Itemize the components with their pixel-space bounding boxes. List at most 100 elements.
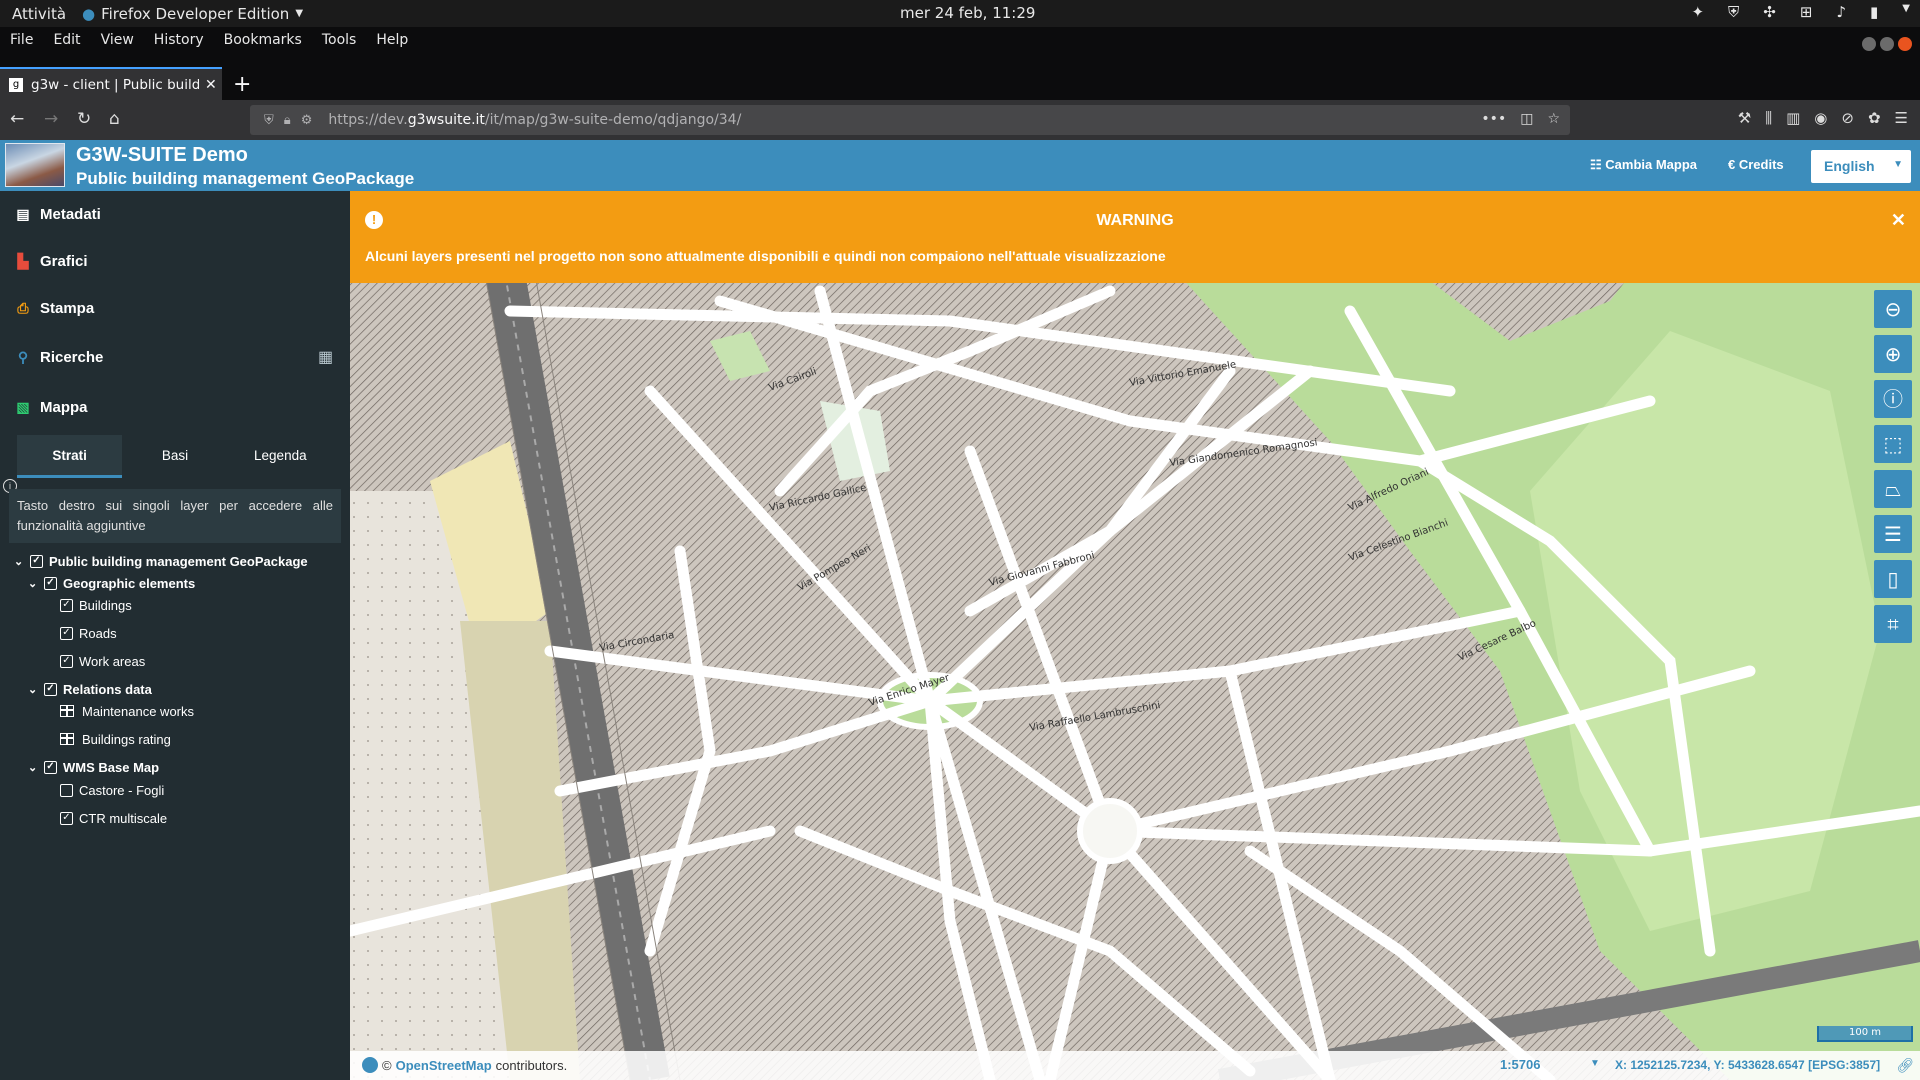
tree-root[interactable]: ⌄ ✓ Public building management GeoPackag…: [14, 551, 308, 571]
checkbox-icon[interactable]: ✓: [44, 576, 57, 590]
pocket-icon[interactable]: ◫: [1520, 111, 1533, 127]
new-tab-button[interactable]: +: [233, 72, 251, 97]
query-info-icon[interactable]: ⓘ: [1874, 380, 1912, 418]
tree-table-maintenance[interactable]: Maintenance works: [60, 701, 194, 721]
share-link-icon[interactable]: 🔗︎: [1896, 1057, 1914, 1074]
close-window-button[interactable]: [1898, 37, 1912, 51]
screenshot-camera-icon[interactable]: ⌗: [1874, 605, 1912, 643]
library-icon[interactable]: ⫼: [1765, 109, 1772, 127]
tracking-shield-icon[interactable]: ⛨: [264, 113, 274, 128]
close-tab-icon[interactable]: ✕: [205, 77, 217, 93]
menu-bookmarks[interactable]: Bookmarks: [224, 32, 302, 48]
checkbox-icon[interactable]: ✓: [44, 760, 57, 774]
back-icon[interactable]: ←: [10, 109, 24, 129]
chevron-down-icon[interactable]: ⌄: [28, 683, 40, 696]
chevron-down-icon[interactable]: ▼: [1902, 3, 1910, 21]
lock-icon[interactable]: 🔒︎: [284, 113, 291, 128]
minimize-button[interactable]: [1862, 37, 1876, 51]
map-image[interactable]: Via Cairoli Via Vittorio Emanuele Via Gi…: [350, 191, 1920, 1080]
menu-view[interactable]: View: [101, 32, 134, 48]
sidebar-item-ricerche[interactable]: ⚲ Ricerche: [16, 349, 104, 366]
change-map-button[interactable]: ☷ Cambia Mappa: [1590, 157, 1697, 173]
battery-icon[interactable]: ▮: [1870, 3, 1878, 21]
color-picker-icon[interactable]: ✿: [1868, 109, 1881, 127]
shield-icon[interactable]: ⛨: [1728, 3, 1739, 21]
menu-edit[interactable]: Edit: [53, 32, 80, 48]
network-icon[interactable]: ⊞: [1800, 3, 1813, 21]
tree-group-geographic[interactable]: ⌄ ✓ Geographic elements: [28, 573, 195, 593]
credits-button[interactable]: € Credits: [1728, 157, 1784, 172]
checkbox-icon[interactable]: ✓: [60, 598, 73, 612]
menu-help[interactable]: Help: [376, 32, 408, 48]
tree-layer-castore[interactable]: Castore - Fogli: [60, 780, 164, 800]
volume-icon[interactable]: ♪: [1836, 3, 1846, 21]
hamburger-menu-icon[interactable]: ☰: [1895, 109, 1908, 127]
checkbox-icon[interactable]: ✓: [60, 654, 73, 668]
permissions-icon[interactable]: ⚙: [301, 113, 313, 128]
calculator-icon[interactable]: ▦: [318, 347, 333, 367]
menu-file[interactable]: File: [10, 32, 33, 48]
app-menu[interactable]: ● Firefox Developer Edition ▼: [82, 5, 303, 23]
osm-link[interactable]: OpenStreetMap: [396, 1058, 492, 1073]
app-name: Firefox Developer Edition: [101, 4, 290, 23]
menu-history[interactable]: History: [154, 32, 204, 48]
query-bbox-icon[interactable]: ⬚: [1874, 425, 1912, 463]
sidebar-item-mappa[interactable]: ▧ Mappa: [16, 399, 87, 416]
tree-table-rating[interactable]: Buildings rating: [60, 729, 171, 749]
page-actions-icon[interactable]: •••: [1481, 111, 1506, 127]
zoom-to-box-icon[interactable]: ⊕: [1874, 335, 1912, 373]
chevron-down-icon[interactable]: ▼: [1590, 1058, 1600, 1069]
bookmark-star-icon[interactable]: ☆: [1547, 111, 1560, 127]
account-icon[interactable]: ◉: [1814, 109, 1827, 127]
map-footer: © OpenStreetMap contributors. 1:5706 ▼ X…: [350, 1051, 1920, 1080]
activities-button[interactable]: Attività: [0, 5, 82, 23]
tab-basi[interactable]: Basi: [122, 435, 227, 478]
legend-panel-icon[interactable]: ▯: [1874, 560, 1912, 598]
tab-legenda[interactable]: Legenda: [228, 435, 333, 478]
system-tray[interactable]: ✦ ⛨ ✣ ⊞ ♪ ▮ ▼: [1691, 3, 1910, 21]
devtools-icon[interactable]: ⚒: [1738, 109, 1751, 127]
forward-icon[interactable]: →: [44, 109, 58, 129]
checkbox-icon[interactable]: ✓: [60, 626, 73, 640]
chevron-down-icon[interactable]: ⌄: [28, 761, 40, 774]
dropbox-icon[interactable]: ✦: [1691, 3, 1704, 21]
project-logo[interactable]: [5, 143, 65, 187]
search-icon: ⚲: [17, 349, 29, 365]
toolbar-icons: ⚒ ⫼ ▥ ◉ ⊘ ✿ ☰: [1738, 109, 1908, 127]
checkbox-icon[interactable]: ✓: [44, 682, 57, 696]
sidebar-item-metadati[interactable]: ▤ Metadati: [16, 206, 100, 223]
tree-layer-work-areas[interactable]: ✓ Work areas: [60, 651, 145, 671]
chevron-down-icon[interactable]: ⌄: [28, 577, 40, 590]
tree-layer-roads[interactable]: ✓ Roads: [60, 623, 117, 643]
zoom-out-icon[interactable]: ⊖: [1874, 290, 1912, 328]
clock[interactable]: mer 24 feb, 11:29: [900, 4, 1035, 22]
tree-layer-ctr[interactable]: ✓ CTR multiscale: [60, 808, 167, 828]
close-icon[interactable]: ✕: [1891, 210, 1906, 231]
tree-group-wms[interactable]: ⌄ ✓ WMS Base Map: [28, 757, 159, 777]
sidebar-item-grafici[interactable]: ▙ Grafici: [16, 253, 88, 270]
checkbox-icon[interactable]: ✓: [60, 811, 73, 825]
sidebar-icon[interactable]: ▥: [1786, 109, 1800, 127]
tab-strati[interactable]: Strati: [17, 435, 123, 478]
address-bar[interactable]: ⛨ 🔒︎ ⚙ https://dev.g3wsuite.it/it/map/g3…: [250, 105, 1570, 135]
sidebar-item-stampa[interactable]: ⎙ Stampa: [16, 300, 94, 317]
scale-select[interactable]: 1:5706: [1500, 1057, 1540, 1072]
puzzle-icon[interactable]: ✣: [1763, 3, 1776, 21]
browser-tab[interactable]: g g3w - client | Public building managem…: [0, 67, 222, 100]
add-layer-icon[interactable]: ☰: [1874, 515, 1912, 553]
reload-icon[interactable]: ↻: [77, 109, 91, 129]
query-polygon-icon[interactable]: ⏢: [1874, 470, 1912, 508]
checkbox-icon[interactable]: ✓: [30, 554, 43, 568]
extension-icon[interactable]: ⊘: [1841, 109, 1854, 127]
maximize-button[interactable]: [1880, 37, 1894, 51]
tree-layer-buildings[interactable]: ✓ Buildings: [60, 595, 132, 615]
browser-navbar: ← → ↻ ⌂ ⛨ 🔒︎ ⚙ https://dev.g3wsuite.it/i…: [0, 100, 1920, 140]
checkbox-icon[interactable]: [60, 783, 73, 797]
menu-tools[interactable]: Tools: [322, 32, 357, 48]
tree-group-relations[interactable]: ⌄ ✓ Relations data: [28, 679, 152, 699]
language-select[interactable]: English ▼: [1811, 150, 1911, 183]
chevron-down-icon[interactable]: ⌄: [14, 555, 26, 568]
home-icon[interactable]: ⌂: [109, 109, 120, 129]
chevron-down-icon: ▼: [295, 8, 304, 19]
map-canvas[interactable]: Via Cairoli Via Vittorio Emanuele Via Gi…: [350, 191, 1920, 1080]
